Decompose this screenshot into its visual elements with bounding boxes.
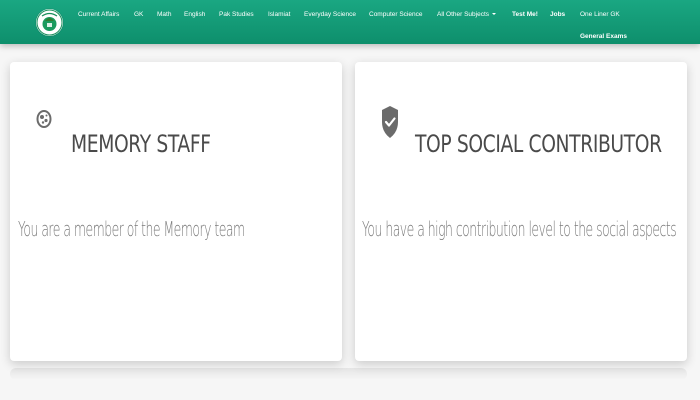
nav-math[interactable]: Math — [157, 11, 171, 19]
nav-english[interactable]: English — [184, 11, 205, 19]
top-navbar: Current Affairs GK Math English Pak Stud… — [0, 0, 700, 44]
nav-one-liner-gk[interactable]: One Liner GK — [580, 11, 620, 19]
nav-pak-studies[interactable]: Pak Studies — [219, 11, 254, 19]
site-logo[interactable] — [36, 9, 63, 36]
badge-card-top-social-contributor: TOP SOCIAL CONTRIBUTOR You have a high c… — [355, 62, 687, 361]
nav-current-affairs[interactable]: Current Affairs — [78, 11, 119, 19]
nav-islamiat[interactable]: Islamiat — [268, 11, 290, 19]
nav-general-exams[interactable]: General Exams — [580, 33, 627, 41]
nav-gk[interactable]: GK — [134, 11, 143, 19]
nav-test-me[interactable]: Test Me! — [512, 11, 538, 19]
badge-description: You are a member of the Memory team — [18, 217, 245, 241]
caret-down-icon — [492, 13, 497, 16]
nav-jobs[interactable]: Jobs — [550, 11, 565, 19]
shield-check-icon — [380, 98, 400, 151]
badge-title: TOP SOCIAL CONTRIBUTOR — [415, 130, 662, 158]
next-row-card-shadow — [10, 368, 687, 380]
badge-description: You have a high contribution level to th… — [362, 217, 677, 241]
nav-computer-science[interactable]: Computer Science — [369, 11, 422, 19]
nav-all-other-subjects-label: All Other Subjects — [437, 11, 490, 18]
memory-badge-icon — [34, 98, 54, 147]
logo-icon — [36, 9, 63, 36]
badge-card-memory-staff: MEMORY STAFF You are a member of the Mem… — [10, 62, 342, 361]
nav-everyday-science[interactable]: Everyday Science — [304, 11, 356, 19]
nav-all-other-subjects[interactable]: All Other Subjects — [437, 11, 497, 19]
badge-title: MEMORY STAFF — [71, 130, 211, 158]
